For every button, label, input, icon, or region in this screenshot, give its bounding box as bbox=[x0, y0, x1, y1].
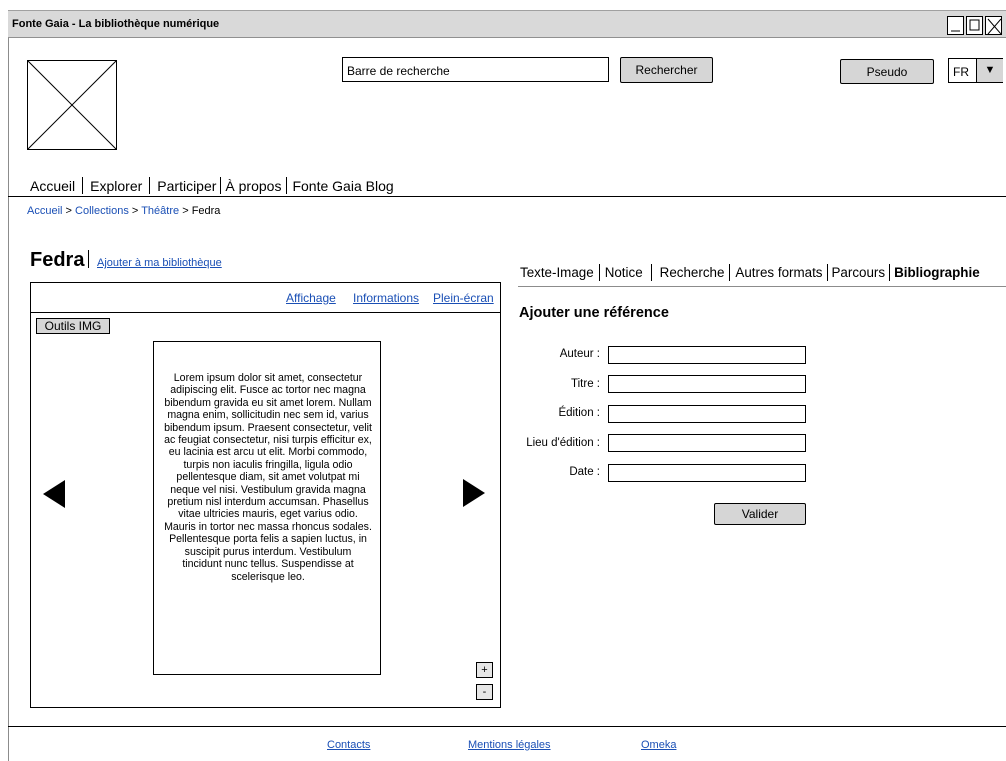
nav-divider bbox=[149, 177, 151, 194]
close-icon bbox=[987, 18, 1002, 35]
language-value: FR bbox=[953, 65, 969, 79]
maximize-button[interactable] bbox=[966, 16, 983, 35]
nav-divider bbox=[286, 177, 288, 194]
field-label-lieu-edition: Lieu d'édition : bbox=[526, 437, 600, 449]
tab-autres-formats[interactable]: Autres formats bbox=[735, 265, 822, 280]
document-page: Lorem ipsum dolor sit amet, consectetur … bbox=[153, 341, 381, 675]
content-tabs: Texte-Image Notice Recherche Autres form… bbox=[520, 264, 980, 281]
edition-field[interactable] bbox=[608, 405, 806, 423]
field-label-edition: Édition : bbox=[558, 407, 600, 419]
page-title: Fedra bbox=[30, 249, 85, 271]
tab-parcours[interactable]: Parcours bbox=[832, 265, 886, 280]
document-page-text: Lorem ipsum dolor sit amet, consectetur … bbox=[164, 372, 372, 583]
add-to-library-link[interactable]: Ajouter à ma bibliothèque bbox=[97, 257, 222, 269]
date-field[interactable] bbox=[608, 464, 806, 482]
breadcrumb-separator: > bbox=[65, 205, 72, 217]
field-label-titre: Titre : bbox=[571, 378, 600, 390]
minimize-button[interactable] bbox=[947, 16, 964, 35]
breadcrumb-collections[interactable]: Collections bbox=[75, 205, 129, 217]
minimize-icon bbox=[951, 30, 960, 32]
title-divider bbox=[88, 250, 89, 268]
breadcrumb-theatre[interactable]: Théâtre bbox=[141, 205, 179, 217]
breadcrumb: Accueil > Collections > Théâtre > Fedra bbox=[27, 205, 220, 217]
tab-bibliographie[interactable]: Bibliographie bbox=[894, 265, 980, 280]
search-button[interactable]: Rechercher bbox=[620, 57, 713, 83]
user-pseudo-button[interactable]: Pseudo bbox=[840, 59, 934, 84]
tab-texte-image[interactable]: Texte-Image bbox=[520, 265, 594, 280]
field-label-date: Date : bbox=[569, 466, 600, 478]
image-placeholder-icon bbox=[27, 60, 117, 150]
close-button[interactable] bbox=[985, 16, 1002, 35]
tab-divider bbox=[598, 264, 600, 281]
tab-recherche[interactable]: Recherche bbox=[660, 265, 725, 280]
breadcrumb-accueil[interactable]: Accueil bbox=[27, 205, 62, 217]
submit-button[interactable]: Valider bbox=[714, 503, 806, 525]
search-input[interactable]: Barre de recherche bbox=[342, 57, 609, 82]
nav-item-a-propos[interactable]: À propos bbox=[225, 178, 281, 194]
viewer-link-informations[interactable]: Informations bbox=[353, 291, 419, 305]
field-label-auteur: Auteur : bbox=[559, 348, 600, 360]
window-titlebar: Fonte Gaia - La bibliothèque numérique bbox=[8, 10, 1006, 38]
window-title: Fonte Gaia - La bibliothèque numérique bbox=[12, 18, 220, 30]
auteur-field[interactable] bbox=[608, 346, 806, 364]
language-select[interactable]: FR ▼ bbox=[948, 58, 1003, 83]
breadcrumb-separator: > bbox=[182, 205, 189, 217]
nav-divider-line bbox=[8, 196, 1006, 197]
tab-divider bbox=[889, 264, 891, 281]
viewer-link-affichage[interactable]: Affichage bbox=[286, 291, 336, 305]
viewer-toolbar-divider bbox=[31, 312, 500, 313]
maximize-icon bbox=[969, 19, 980, 31]
image-tools-button[interactable]: Outils IMG bbox=[36, 318, 110, 334]
next-page-icon[interactable] bbox=[463, 479, 485, 507]
zoom-in-button[interactable]: + bbox=[476, 662, 493, 678]
nav-item-participer[interactable]: Participer bbox=[157, 178, 216, 194]
breadcrumb-separator: > bbox=[131, 205, 139, 217]
logo-placeholder[interactable] bbox=[27, 60, 117, 150]
chevron-down-icon[interactable]: ▼ bbox=[976, 59, 1003, 82]
document-viewer: Affichage Informations Plein-écran Outil… bbox=[30, 282, 501, 708]
lieu-edition-field[interactable] bbox=[608, 434, 806, 452]
tab-divider bbox=[826, 264, 828, 281]
tabs-underline bbox=[518, 286, 1006, 287]
nav-item-explorer[interactable]: Explorer bbox=[90, 178, 142, 194]
nav-divider bbox=[220, 177, 222, 194]
footer-link-contacts[interactable]: Contacts bbox=[327, 739, 370, 751]
footer-divider bbox=[8, 726, 1006, 727]
tab-divider bbox=[650, 264, 652, 281]
tab-notice[interactable]: Notice bbox=[605, 265, 643, 280]
previous-page-icon[interactable] bbox=[43, 480, 65, 508]
nav-item-accueil[interactable]: Accueil bbox=[30, 178, 75, 194]
viewer-link-plein-ecran[interactable]: Plein-écran bbox=[433, 291, 494, 305]
tab-divider bbox=[729, 264, 731, 281]
nav-item-blog[interactable]: Fonte Gaia Blog bbox=[292, 178, 393, 194]
form-title: Ajouter une référence bbox=[519, 305, 669, 321]
zoom-out-button[interactable]: - bbox=[476, 684, 493, 700]
breadcrumb-current: Fedra bbox=[191, 205, 221, 217]
footer-link-omeka[interactable]: Omeka bbox=[641, 739, 676, 751]
footer-link-mentions-legales[interactable]: Mentions légales bbox=[468, 739, 551, 751]
nav-divider bbox=[82, 177, 84, 194]
titre-field[interactable] bbox=[608, 375, 806, 393]
main-nav: Accueil Explorer Participer À propos Fon… bbox=[30, 177, 394, 194]
